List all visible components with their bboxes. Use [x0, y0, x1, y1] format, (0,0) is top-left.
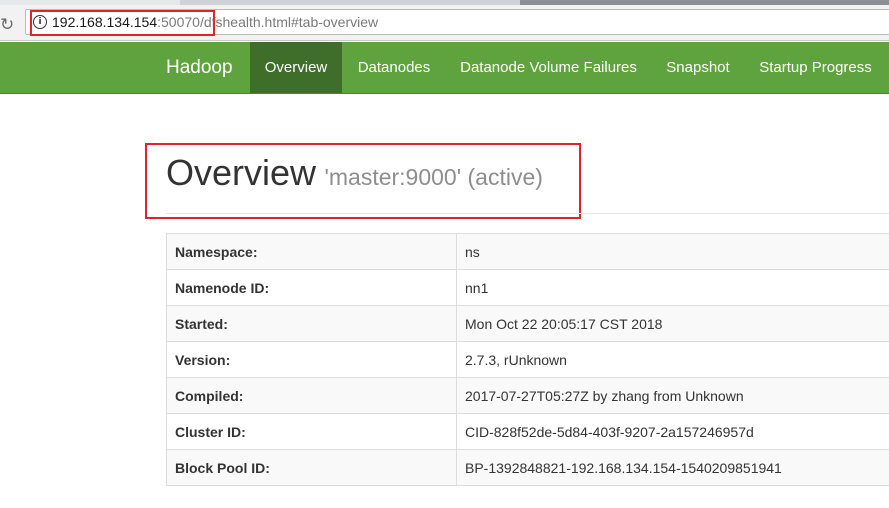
table-row: Started: Mon Oct 22 20:05:17 CST 2018	[166, 305, 889, 342]
url-path: /dfshealth.html#tab-overview	[199, 14, 379, 30]
table-row: Cluster ID: CID-828f52de-5d84-403f-9207-…	[166, 413, 889, 450]
header-divider	[166, 213, 889, 214]
table-row: Block Pool ID: BP-1392848821-192.168.134…	[166, 449, 889, 486]
table-row: Version: 2.7.3, rUnknown	[166, 341, 889, 378]
reload-icon[interactable]: ↻	[0, 15, 14, 35]
nav-tab-startup-progress[interactable]: Startup Progress	[745, 42, 886, 93]
url-highlight-box	[30, 10, 215, 36]
row-key: Cluster ID:	[166, 413, 457, 450]
overview-table: Namespace: ns Namenode ID: nn1 Started: …	[166, 233, 889, 486]
nav-tab-snapshot[interactable]: Snapshot	[651, 42, 745, 93]
row-value: nn1	[456, 269, 889, 306]
row-key: Compiled:	[166, 377, 457, 414]
navbar-brand[interactable]: Hadoop	[166, 42, 233, 93]
row-key: Namespace:	[166, 233, 457, 270]
row-key: Block Pool ID:	[166, 449, 457, 486]
row-key: Namenode ID:	[166, 269, 457, 306]
row-value: ns	[456, 233, 889, 270]
nav-tab-overview[interactable]: Overview	[250, 42, 342, 93]
row-value: 2.7.3, rUnknown	[456, 341, 889, 378]
row-value: Mon Oct 22 20:05:17 CST 2018	[456, 305, 889, 342]
row-key: Version:	[166, 341, 457, 378]
row-key: Started:	[166, 305, 457, 342]
row-value: BP-1392848821-192.168.134.154-1540209851…	[456, 449, 889, 486]
row-value: 2017-07-27T05:27Z by zhang from Unknown	[456, 377, 889, 414]
top-navbar: Hadoop Overview Datanodes Datanode Volum…	[0, 42, 889, 94]
table-row: Namespace: ns	[166, 233, 889, 270]
title-highlight-box	[145, 143, 581, 219]
table-row: Compiled: 2017-07-27T05:27Z by zhang fro…	[166, 377, 889, 414]
table-row: Namenode ID: nn1	[166, 269, 889, 306]
nav-tab-datanodes[interactable]: Datanodes	[342, 42, 446, 93]
row-value: CID-828f52de-5d84-403f-9207-2a157246957d	[456, 413, 889, 450]
nav-tab-datanode-volume-failures[interactable]: Datanode Volume Failures	[446, 42, 651, 93]
